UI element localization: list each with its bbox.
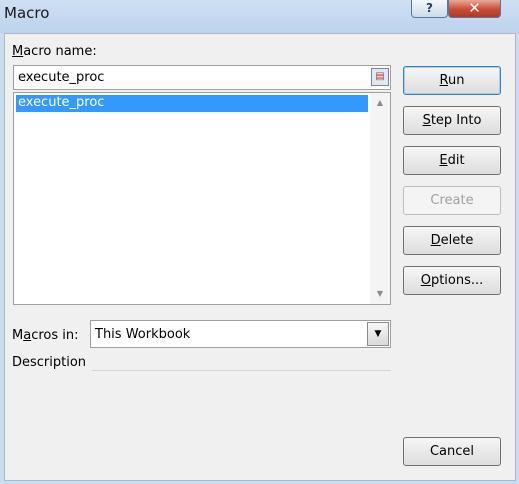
- window-title: Macro: [4, 4, 50, 22]
- macro-name-label: Macro name:: [12, 44, 97, 59]
- macro-name-input[interactable]: execute_proc ▤: [13, 65, 391, 90]
- title-bar: Macro ? ✕: [0, 0, 519, 33]
- dialog-body: Macro name: execute_proc ▤ execute_proc …: [4, 33, 516, 481]
- macro-name-value: execute_proc: [18, 70, 105, 85]
- scroll-down-icon[interactable]: ▼: [370, 285, 390, 303]
- description-label: Description: [12, 355, 87, 370]
- help-icon: ?: [426, 1, 433, 15]
- scroll-up-icon[interactable]: ▲: [370, 94, 390, 112]
- macro-picker-icon[interactable]: ▤: [371, 68, 389, 86]
- cancel-button[interactable]: Cancel: [403, 437, 501, 466]
- chevron-down-icon[interactable]: ▼: [367, 322, 389, 346]
- edit-button[interactable]: Edit: [403, 146, 501, 175]
- create-button[interactable]: Create: [403, 186, 501, 215]
- run-button[interactable]: Run: [403, 66, 501, 95]
- macro-list[interactable]: execute_proc ▲ ▼: [13, 92, 391, 305]
- macros-in-label: Macros in:: [12, 328, 79, 343]
- description-divider: [92, 370, 391, 371]
- macros-in-value: This Workbook: [95, 327, 191, 342]
- step-into-button[interactable]: Step Into: [403, 106, 501, 135]
- list-scrollbar[interactable]: ▲ ▼: [370, 93, 390, 304]
- macros-in-select[interactable]: This Workbook ▼: [90, 320, 391, 348]
- help-button[interactable]: ?: [411, 0, 448, 18]
- close-icon: ✕: [468, 0, 481, 17]
- close-button[interactable]: ✕: [448, 0, 501, 18]
- delete-button[interactable]: Delete: [403, 226, 501, 255]
- options-button[interactable]: Options...: [403, 266, 501, 295]
- list-item[interactable]: execute_proc: [16, 95, 368, 112]
